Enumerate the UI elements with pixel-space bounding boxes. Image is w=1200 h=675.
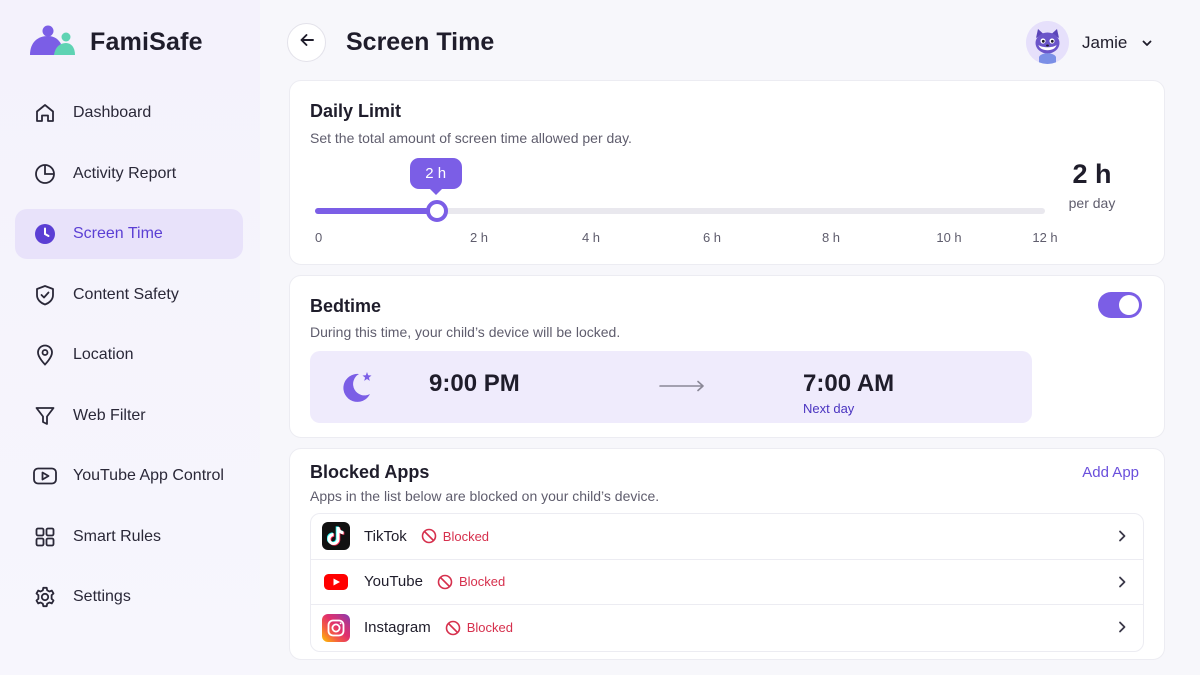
youtube-logo-icon	[322, 568, 350, 596]
blocked-apps-subtitle: Apps in the list below are blocked on yo…	[310, 488, 660, 504]
status-text: Blocked	[442, 528, 490, 544]
bedtime-toggle[interactable]	[1098, 292, 1142, 318]
sidebar-item-label: Web Filter	[73, 406, 146, 424]
limit-summary: 2 h per day	[1052, 159, 1132, 211]
toggle-knob	[1119, 295, 1139, 315]
app-name: YouTube	[364, 573, 423, 591]
slider-tooltip: 2 h	[409, 158, 462, 195]
add-app-button[interactable]: Add App	[1082, 464, 1139, 481]
youtube-icon	[32, 463, 58, 489]
sidebar-item-label: Smart Rules	[73, 527, 162, 545]
clock-icon	[32, 221, 58, 247]
daily-limit-slider[interactable]	[315, 200, 1045, 222]
pie-chart-icon	[32, 161, 58, 187]
bedtime-start-time[interactable]: 9:00 PM	[429, 370, 520, 398]
sidebar-item-youtube-app-control[interactable]: YouTube App Control	[15, 451, 243, 501]
app-name: Instagram	[364, 619, 431, 637]
user-menu[interactable]: Jamie	[1026, 21, 1153, 64]
sidebar-item-label: YouTube App Control	[73, 467, 224, 484]
brand[interactable]: FamiSafe	[28, 24, 203, 61]
sidebar-item-label: Settings	[73, 588, 131, 605]
bedtime-card: Bedtime During this time, your child’s d…	[289, 275, 1165, 438]
location-pin-icon	[32, 342, 58, 368]
status-text: Blocked	[466, 620, 513, 636]
limit-value: 2 h	[1072, 159, 1112, 189]
app-name: TikTok	[364, 527, 407, 545]
sidebar-item-smart-rules[interactable]: Smart Rules	[15, 512, 243, 562]
back-button[interactable]	[287, 23, 326, 62]
sidebar-item-label: Activity Report	[73, 164, 177, 182]
slider-thumb[interactable]	[425, 200, 448, 222]
bedtime-title: Bedtime	[310, 296, 382, 316]
slider-tick: 12 h	[1032, 230, 1058, 245]
bedtime-subtitle: During this time, your child’s device wi…	[310, 324, 621, 340]
slider-tick: 8 h	[821, 230, 841, 245]
sidebar-item-label: Location	[73, 346, 134, 363]
sidebar-nav: Dashboard Activity Report Screen Time Co…	[15, 88, 243, 633]
slider-fill	[315, 208, 437, 214]
chevron-right-icon	[1115, 575, 1129, 594]
slider-tick: 4 h	[581, 230, 601, 245]
sidebar: FamiSafe Dashboard Activity Report Scree…	[0, 0, 260, 675]
sidebar-item-location[interactable]: Location	[15, 330, 243, 380]
limit-unit: per day	[1068, 195, 1116, 211]
sidebar-item-settings[interactable]: Settings	[15, 572, 243, 622]
status-badge: Blocked	[437, 574, 505, 590]
filter-icon	[32, 403, 58, 429]
moon-icon	[335, 367, 377, 414]
blocked-icon	[437, 574, 453, 590]
sidebar-item-web-filter[interactable]: Web Filter	[15, 391, 243, 441]
sidebar-item-label: Screen Time	[73, 225, 163, 242]
chevron-right-icon	[1115, 620, 1129, 639]
slider-tick: 2 h	[469, 230, 489, 245]
sidebar-item-label: Dashboard	[73, 104, 152, 121]
bedtime-schedule: 9:00 PM 7:00 AM Next day	[310, 351, 1032, 423]
user-name: Jamie	[1082, 32, 1128, 52]
brand-name: FamiSafe	[90, 28, 203, 56]
daily-limit-title: Daily Limit	[310, 101, 402, 121]
shield-check-icon	[32, 282, 58, 308]
daily-limit-card: Daily Limit Set the total amount of scre…	[289, 80, 1165, 265]
home-icon	[32, 100, 58, 126]
sidebar-item-activity-report[interactable]: Activity Report	[15, 149, 243, 199]
chevron-right-icon	[1115, 529, 1129, 548]
blocked-apps-card: Blocked Apps Apps in the list below are …	[289, 448, 1165, 660]
daily-limit-subtitle: Set the total amount of screen time allo…	[310, 130, 632, 146]
famisafe-logo-icon	[28, 24, 76, 61]
sidebar-item-label: Content Safety	[73, 285, 179, 303]
app-row-instagram[interactable]: Instagram Blocked	[311, 605, 1143, 651]
bedtime-end-time[interactable]: 7:00 AM	[803, 370, 894, 398]
avatar	[1026, 21, 1069, 64]
sidebar-item-content-safety[interactable]: Content Safety	[15, 270, 243, 320]
arrow-left-icon	[298, 31, 316, 54]
bedtime-end-note: Next day	[803, 401, 855, 416]
status-badge: Blocked	[445, 620, 513, 636]
tiktok-icon	[322, 522, 350, 551]
blocked-icon	[445, 620, 461, 636]
sidebar-item-screen-time[interactable]: Screen Time	[15, 209, 243, 259]
slider-tick: 0	[315, 230, 323, 245]
blocked-app-list: TikTok Blocked YouTube Blocked Instagram…	[310, 513, 1144, 652]
slider-tick: 6 h	[702, 230, 722, 245]
app-row-tiktok[interactable]: TikTok Blocked	[311, 514, 1143, 560]
gear-icon	[32, 584, 58, 610]
slider-tick: 10 h	[936, 230, 962, 245]
page-title: Screen Time	[346, 28, 495, 56]
arrow-right-icon	[659, 379, 705, 398]
status-badge: Blocked	[421, 528, 489, 544]
blocked-apps-title: Blocked Apps	[310, 462, 430, 482]
status-text: Blocked	[458, 574, 506, 590]
instagram-icon	[322, 613, 350, 642]
sidebar-item-dashboard[interactable]: Dashboard	[15, 88, 243, 138]
app-row-youtube[interactable]: YouTube Blocked	[311, 560, 1143, 605]
grid-icon	[32, 524, 58, 550]
chevron-down-icon	[1141, 37, 1153, 49]
blocked-icon	[421, 528, 437, 544]
